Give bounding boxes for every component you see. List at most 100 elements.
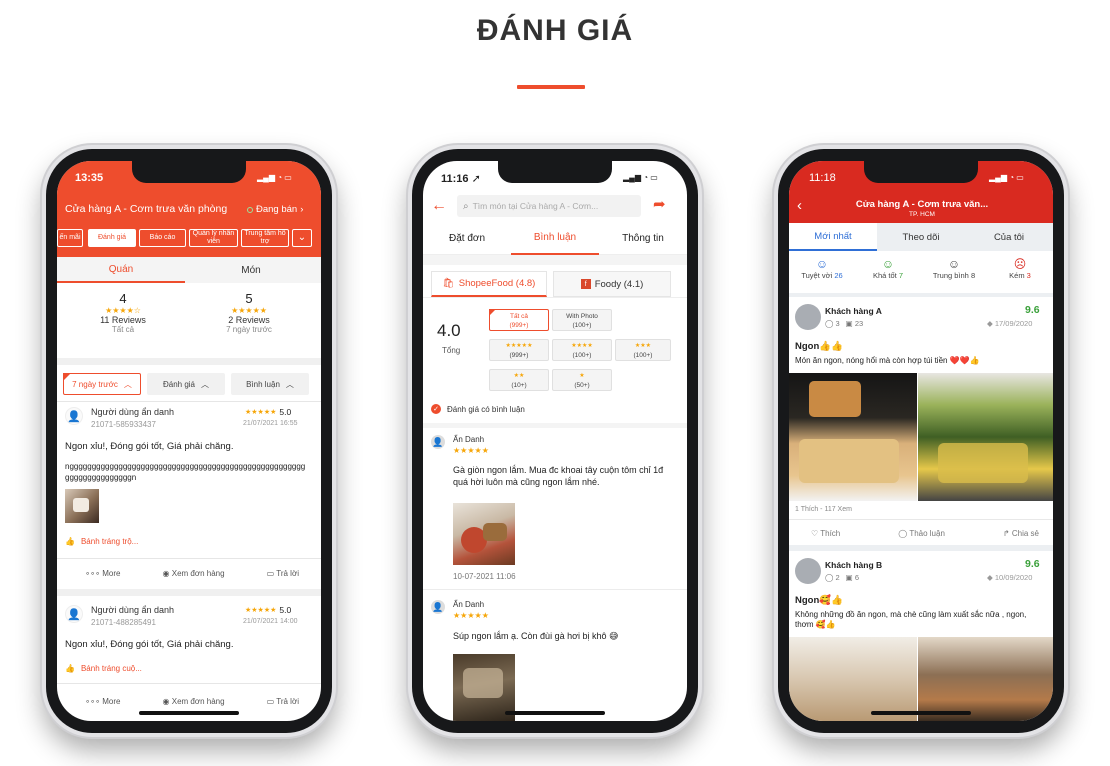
review-score: ★★★★★ 5.0 bbox=[245, 407, 292, 417]
post-text: Món ăn ngon, nóng hổi mà còn hợp túi tiề… bbox=[795, 356, 980, 365]
thumbs-up-icon: 👍 bbox=[65, 537, 75, 546]
mood-excellent[interactable]: ☺ Tuyệt vời 26 bbox=[789, 257, 855, 280]
summary-all: 4 ★★★★☆ 11 Reviews Tất cả bbox=[57, 291, 189, 334]
has-comment-checkbox[interactable]: ✓ Đánh giá có bình luận bbox=[431, 404, 525, 414]
user-avatar[interactable] bbox=[795, 304, 821, 330]
tab-shop[interactable]: Quán bbox=[57, 257, 185, 283]
reply-button[interactable]: ▭ Trả lời bbox=[267, 569, 299, 578]
review-score: ★★★★★ 5.0 bbox=[245, 605, 292, 615]
rating-filter-4[interactable]: ★★★★ (100+) bbox=[552, 339, 612, 361]
rating-filter-all[interactable]: Tất cả (999+) bbox=[489, 309, 549, 331]
post-date: ◆ 10/09/2020 bbox=[987, 573, 1033, 582]
post-photo[interactable] bbox=[789, 373, 917, 501]
review-text: Gà giòn ngon lắm. Mua đc khoai tây cuộn … bbox=[453, 465, 664, 487]
shop-status[interactable]: Đang bán › bbox=[247, 204, 303, 215]
page-title: ĐÁNH GIÁ bbox=[476, 14, 634, 47]
user-avatar-icon: 👤 bbox=[431, 435, 445, 449]
source-foody[interactable]: f Foody (4.1) bbox=[553, 271, 671, 297]
post-photo[interactable] bbox=[789, 637, 917, 721]
discuss-button[interactable]: ◯ Thảo luận bbox=[898, 529, 945, 538]
mood-average[interactable]: ☺ Trung bình 8 bbox=[921, 257, 987, 280]
share-button[interactable]: ↱ Chia sẻ bbox=[1003, 529, 1039, 538]
review-date: 21/07/2021 14:00 bbox=[243, 618, 298, 625]
search-placeholder: Tìm món tại Cửa hàng A - Cơm... bbox=[472, 201, 599, 211]
back-chevron-icon[interactable]: ‹ bbox=[797, 197, 802, 214]
tab-following[interactable]: Theo dõi bbox=[877, 223, 965, 251]
more-button[interactable]: ∘∘∘ More bbox=[85, 697, 120, 706]
review-photo[interactable] bbox=[65, 489, 99, 523]
view-order-button[interactable]: ◉ Xem đơn hàng bbox=[163, 697, 225, 706]
like-button[interactable]: ♡ Thích bbox=[811, 529, 840, 538]
photo-icon: ▣ bbox=[845, 573, 853, 582]
phone-shopeefood: 11:16 ➚ ▂▄▆ ◔ ▭ ← ⌕ Tìm món tại Cửa hàng… bbox=[408, 145, 702, 737]
tab-mine[interactable]: Của tôi bbox=[965, 223, 1053, 251]
rating-filter-5[interactable]: ★★★★★ (999+) bbox=[489, 339, 549, 361]
summary-caption: Tất cả bbox=[111, 325, 135, 334]
comment-icon: ◯ bbox=[898, 529, 908, 538]
view-order-button[interactable]: ◉ Xem đơn hàng bbox=[163, 569, 225, 578]
tab-latest[interactable]: Mới nhất bbox=[789, 223, 877, 251]
post-score: 9.6 bbox=[1025, 558, 1040, 570]
user-avatar[interactable] bbox=[795, 558, 821, 584]
post-photo[interactable] bbox=[918, 373, 1053, 501]
chip-promotions[interactable]: ến mãi bbox=[57, 229, 83, 247]
good-face-icon: ☺ bbox=[881, 257, 895, 271]
mood-bad[interactable]: ☹ Kém 3 bbox=[987, 257, 1053, 280]
reply-button[interactable]: ▭ Trả lời bbox=[267, 697, 299, 706]
summary-score: 5 bbox=[245, 291, 253, 306]
liked-dish-tag[interactable]: 👍 Bánh tráng trộ... bbox=[65, 537, 138, 546]
tab-dishes[interactable]: Món bbox=[187, 257, 315, 283]
tab-comments[interactable]: Bình luận bbox=[511, 221, 599, 255]
rating-filter-2[interactable]: ★★ (10+) bbox=[489, 369, 549, 391]
chevron-up-icon: ︿ bbox=[285, 379, 294, 389]
review-user: Người dùng ẩn danh bbox=[91, 407, 174, 417]
post-user[interactable]: Khách hàng A bbox=[825, 306, 882, 316]
rating-filter-1[interactable]: ★ (50+) bbox=[552, 369, 612, 391]
post-score: 9.6 bbox=[1025, 304, 1040, 316]
back-arrow-icon[interactable]: ← bbox=[431, 197, 447, 215]
share-icon: ↱ bbox=[1002, 529, 1010, 538]
chip-reports[interactable]: Báo cáo bbox=[139, 229, 186, 247]
shopee-bag-icon: 🛍 bbox=[442, 278, 455, 289]
source-shopeefood[interactable]: 🛍 ShopeeFood (4.8) bbox=[431, 271, 547, 297]
review-order-id: 21071-488285491 bbox=[91, 618, 156, 627]
mood-good[interactable]: ☺ Khá tốt 7 bbox=[855, 257, 921, 280]
comment-icon: ◯ bbox=[825, 573, 834, 582]
more-button[interactable]: ∘∘∘ More bbox=[85, 569, 120, 578]
post-photo[interactable] bbox=[918, 637, 1053, 721]
chip-reviews[interactable]: Đánh giá bbox=[88, 229, 136, 247]
review-date: 10-07-2021 11:06 bbox=[453, 572, 516, 581]
share-icon[interactable]: ➦ bbox=[653, 195, 666, 213]
filter-rating[interactable]: Đánh giá ︿ bbox=[147, 373, 225, 395]
rating-filter-photo[interactable]: With Photo (100+) bbox=[552, 309, 612, 331]
search-input[interactable]: ⌕ Tìm món tại Cửa hàng A - Cơm... bbox=[457, 195, 641, 217]
post-user[interactable]: Khách hàng B bbox=[825, 560, 882, 570]
status-dot-icon bbox=[247, 206, 253, 213]
review-user: Ẩn Danh bbox=[453, 435, 485, 444]
phone-shopee-partner: 13:35 ▂▄▆ ◔ ▭ Cửa hàng A - Cơm trưa văn … bbox=[42, 145, 336, 737]
chip-support[interactable]: Trung tâm hỗ trợ bbox=[241, 229, 289, 247]
liked-dish-tag[interactable]: 👍 Bánh tráng cuộ... bbox=[65, 664, 142, 673]
overall-label: Tổng bbox=[442, 346, 461, 355]
phone1-screen: 13:35 ▂▄▆ ◔ ▭ Cửa hàng A - Cơm trưa văn … bbox=[57, 161, 321, 721]
thumbs-up-icon: 👍 bbox=[65, 664, 75, 673]
status-time: 13:35 bbox=[75, 172, 104, 184]
chevron-right-icon: › bbox=[300, 204, 304, 215]
summary-7days: 5 ★★★★★ 2 Reviews 7 ngày trước bbox=[183, 291, 315, 334]
filter-comments[interactable]: Bình luận ︿ bbox=[231, 373, 309, 395]
rating-filter-3[interactable]: ★★★ (100+) bbox=[615, 339, 671, 361]
review-extra-text: nggggggggggggggggggggggggggggggggggggggg… bbox=[65, 462, 306, 482]
shop-status-label: Đang bán bbox=[256, 204, 298, 215]
tab-info[interactable]: Thông tin bbox=[599, 221, 687, 255]
status-time: 11:18 bbox=[809, 172, 836, 184]
chip-staff[interactable]: Quản lý nhân viên bbox=[189, 229, 238, 247]
review-photo[interactable] bbox=[453, 503, 515, 565]
chevron-down-icon[interactable]: ⌄ bbox=[292, 229, 312, 247]
filter-7days[interactable]: 7 ngày trước ︿ bbox=[63, 373, 141, 395]
tab-order[interactable]: Đặt đơn bbox=[423, 221, 511, 255]
post-stats: 1 Thích - 117 Xem bbox=[795, 506, 852, 513]
review-order-id: 21071-585933437 bbox=[91, 420, 156, 429]
review-stars: ★★★★★ bbox=[453, 446, 489, 455]
status-icons: ▂▄▆ ◔ ▭ bbox=[257, 173, 292, 182]
status-icons: ▂▄▆ ◔ ▭ bbox=[989, 173, 1024, 182]
